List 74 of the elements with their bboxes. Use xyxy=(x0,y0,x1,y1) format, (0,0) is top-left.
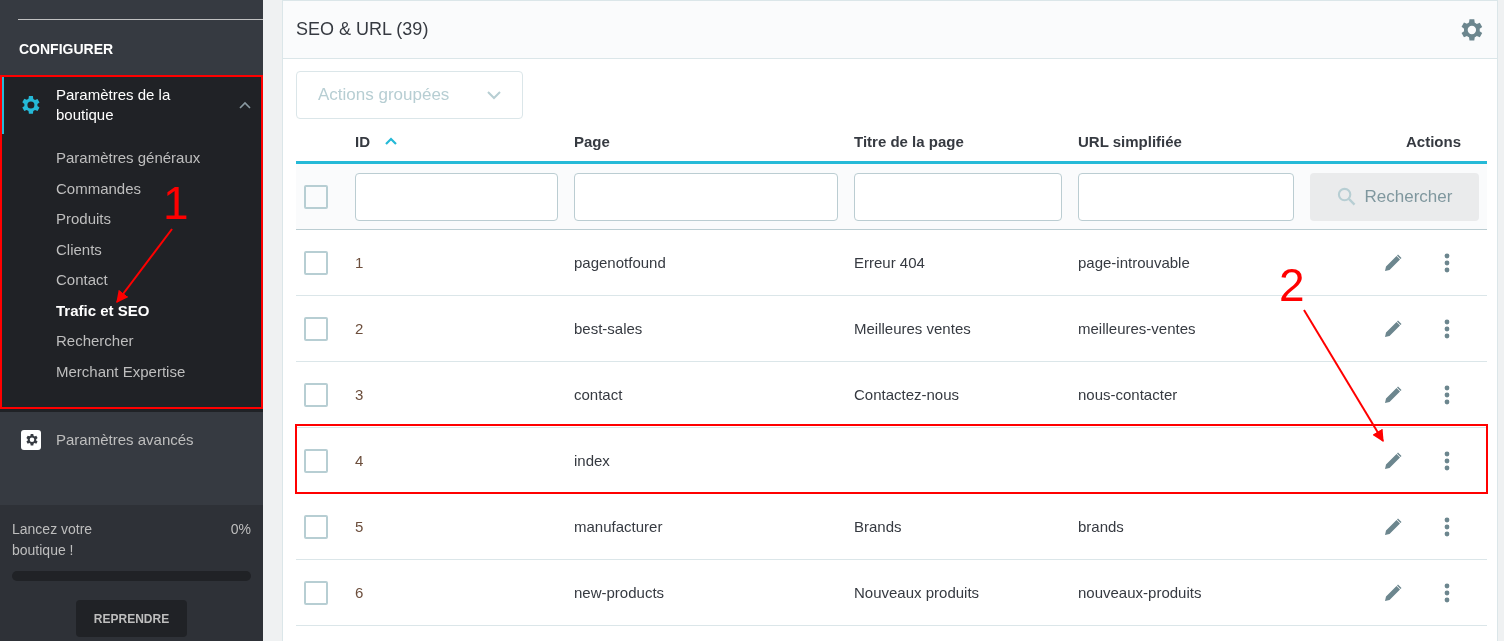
menu-item[interactable]: Trafic et SEO xyxy=(56,300,150,321)
menu-item[interactable]: Rechercher xyxy=(56,331,134,351)
menu-item[interactable]: Clients xyxy=(56,239,102,260)
checkbox[interactable] xyxy=(304,580,328,605)
checkbox[interactable] xyxy=(304,250,328,275)
menu-item[interactable]: Contact xyxy=(56,270,108,290)
column-header[interactable]: Actions xyxy=(1406,132,1461,150)
section-heading: CONFIGURER xyxy=(18,40,115,59)
settings-icon xyxy=(21,430,41,450)
more-options-icon[interactable] xyxy=(1444,582,1450,603)
table-cell: manufacturer xyxy=(574,518,663,535)
chevron-icon[interactable] xyxy=(239,101,251,109)
table-cell: 3 xyxy=(355,386,364,403)
table-cell: new-products xyxy=(574,584,665,601)
table-cell: 6 xyxy=(355,584,364,601)
menu-group-title[interactable]: Paramètres avancés xyxy=(56,430,206,450)
column-header[interactable]: Titre de la page xyxy=(854,132,964,150)
more-options-icon[interactable] xyxy=(1444,318,1450,339)
checkbox[interactable] xyxy=(304,382,328,407)
table-cell: Meilleures ventes xyxy=(854,320,971,337)
column-header[interactable]: URL simplifiée xyxy=(1078,132,1182,150)
sort-ascending-icon[interactable] xyxy=(385,137,397,145)
search-icon xyxy=(1336,187,1356,206)
table-cell: page-introuvable xyxy=(1078,254,1190,271)
edit-icon[interactable] xyxy=(1383,252,1403,273)
edit-icon[interactable] xyxy=(1383,582,1403,603)
annotation-number: 2 xyxy=(1279,262,1305,308)
table-cell: 4 xyxy=(355,452,364,469)
menu-item[interactable]: Produits xyxy=(56,209,112,229)
table-cell: best-sales xyxy=(574,320,643,337)
settings-icon[interactable] xyxy=(1460,17,1484,42)
filter-field[interactable] xyxy=(854,172,1062,221)
table-cell: pagenotfound xyxy=(574,254,666,271)
more-options-icon[interactable] xyxy=(1444,384,1450,405)
progress-percent: 0% xyxy=(230,520,251,539)
table-cell: index xyxy=(574,452,610,469)
onboarding-text: Lancez votre boutique ! xyxy=(12,520,94,560)
edit-icon[interactable] xyxy=(1383,318,1403,339)
filter-field[interactable] xyxy=(1078,172,1294,221)
checkbox[interactable] xyxy=(304,514,328,539)
table-cell: Erreur 404 xyxy=(854,254,925,271)
table-cell: Brands xyxy=(854,518,902,535)
more-options-icon[interactable] xyxy=(1444,252,1450,273)
edit-icon[interactable] xyxy=(1383,516,1403,537)
settings-icon xyxy=(21,95,41,115)
filter-field[interactable] xyxy=(574,172,838,221)
table-cell: Nouveaux produits xyxy=(854,584,980,601)
chevron-down-icon xyxy=(487,90,501,100)
menu-item[interactable]: Paramètres généraux xyxy=(56,148,201,168)
column-header[interactable]: ID xyxy=(355,132,370,150)
table-cell: nous-contacter xyxy=(1078,386,1178,403)
filter-field[interactable] xyxy=(355,172,558,221)
table-cell: brands xyxy=(1078,518,1124,535)
table-cell: meilleures-ventes xyxy=(1078,320,1196,337)
menu-group-title[interactable]: Paramètres de la boutique xyxy=(56,85,206,125)
table-cell: contact xyxy=(574,386,623,403)
edit-icon[interactable] xyxy=(1383,450,1403,471)
panel-title: SEO & URL (39) xyxy=(296,19,429,40)
table-cell: 5 xyxy=(355,518,364,535)
menu-item[interactable]: Commandes xyxy=(56,178,142,199)
table-cell: 1 xyxy=(355,254,364,271)
checkbox[interactable] xyxy=(304,448,328,473)
table-cell: nouveaux-produits xyxy=(1078,584,1202,601)
checkbox[interactable] xyxy=(304,316,328,341)
edit-icon[interactable] xyxy=(1383,384,1403,405)
more-options-icon[interactable] xyxy=(1444,516,1450,537)
more-options-icon[interactable] xyxy=(1444,450,1450,471)
annotation-number: 1 xyxy=(163,180,189,226)
resume-button[interactable]: REPRENDRE xyxy=(76,600,187,637)
checkbox[interactable] xyxy=(304,184,328,209)
table-cell: 2 xyxy=(355,320,364,337)
table-cell: Contactez-nous xyxy=(854,386,960,403)
column-header[interactable]: Page xyxy=(574,132,610,150)
menu-item[interactable]: Merchant Expertise xyxy=(56,361,186,382)
